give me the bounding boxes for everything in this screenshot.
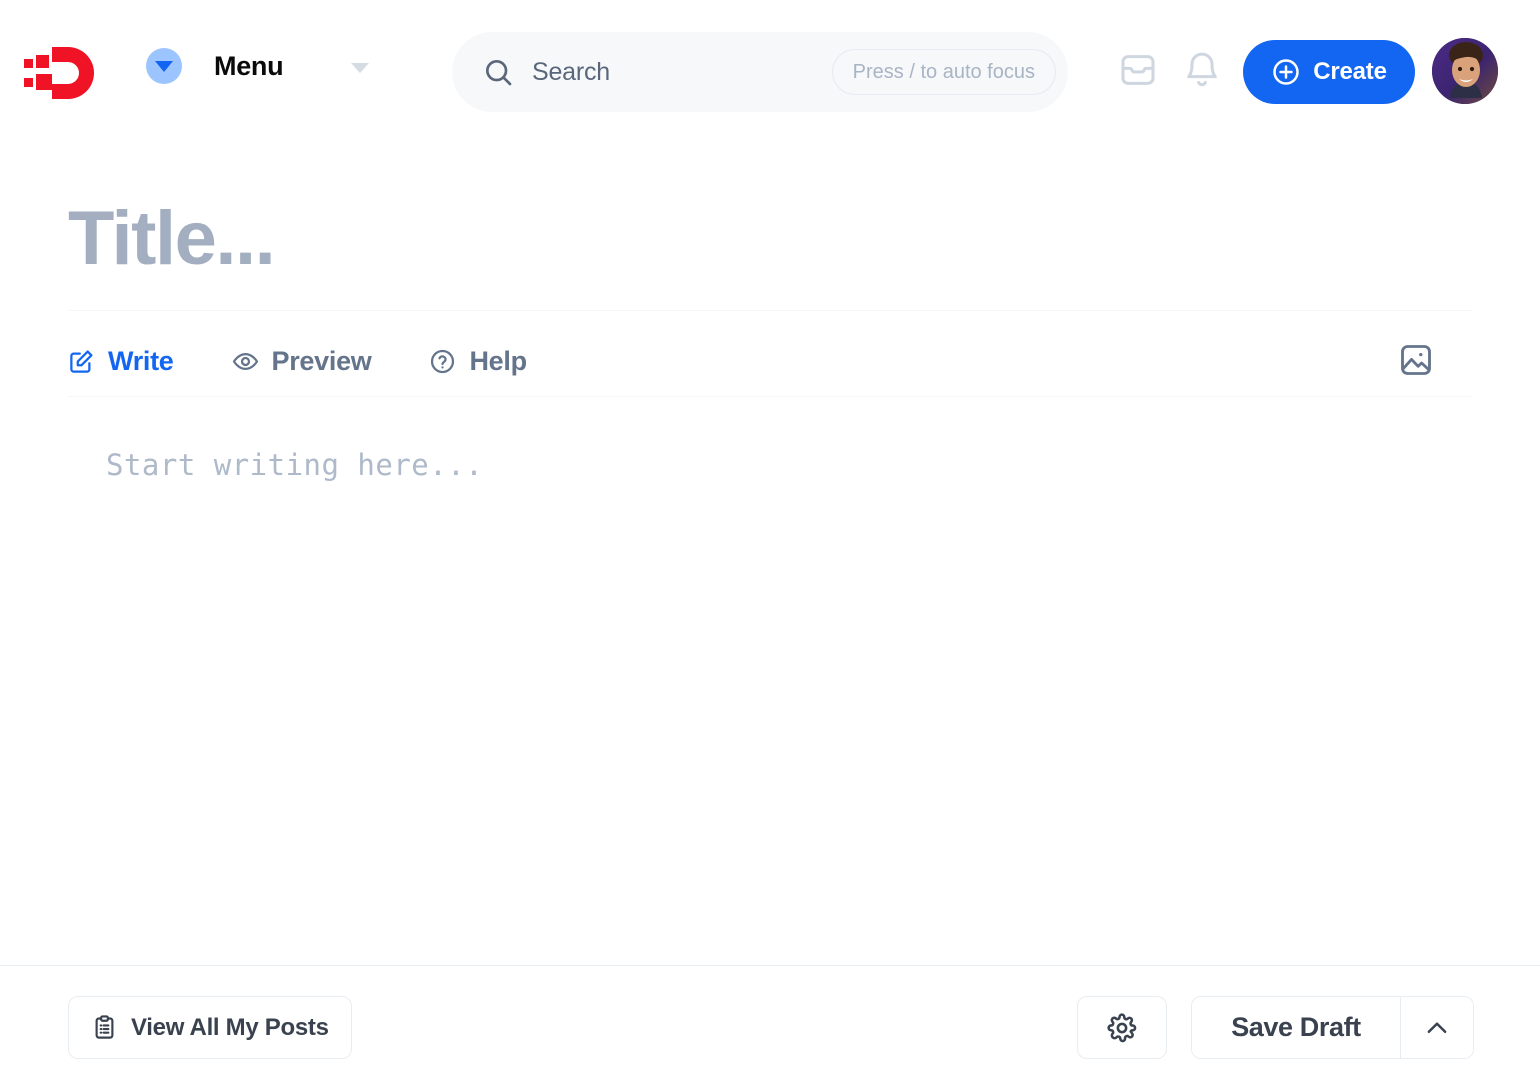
dev-to-logo-glyph	[24, 47, 94, 99]
editor-tab-bar: Write Preview Help	[68, 326, 1472, 396]
save-options-button[interactable]	[1401, 997, 1473, 1058]
tabs-divider	[68, 396, 1472, 397]
post-body-placeholder: Start writing here...	[106, 448, 484, 482]
tab-write-label: Write	[108, 345, 174, 376]
tab-write[interactable]: Write	[68, 346, 174, 377]
tab-help-label: Help	[469, 345, 527, 376]
menu-dropdown[interactable]: Menu	[146, 48, 370, 84]
top-navigation-bar: Menu Search Press / to auto focus Create	[0, 0, 1540, 145]
post-title-input[interactable]: Title...	[68, 178, 1472, 298]
user-avatar[interactable]	[1432, 38, 1498, 104]
dev-to-logo-icon[interactable]	[22, 40, 100, 106]
avatar-image	[1432, 38, 1498, 104]
bell-icon[interactable]	[1180, 48, 1224, 92]
tab-preview-label: Preview	[271, 345, 372, 376]
search-icon	[482, 56, 514, 88]
search-focus-hint: Press / to auto focus	[831, 49, 1056, 95]
pencil-square-icon	[68, 348, 95, 375]
save-draft-split-button: Save Draft	[1191, 996, 1474, 1059]
post-title-placeholder: Title...	[68, 195, 276, 281]
search-bar[interactable]: Search Press / to auto focus	[452, 32, 1068, 112]
create-button[interactable]: Create	[1243, 40, 1415, 104]
tab-help[interactable]: Help	[429, 345, 527, 377]
tab-preview[interactable]: Preview	[232, 346, 372, 377]
image-icon[interactable]	[1394, 338, 1438, 382]
question-circle-icon	[429, 348, 456, 375]
gear-icon	[1106, 1012, 1138, 1044]
search-input[interactable]: Search	[532, 58, 610, 87]
view-all-my-posts-button[interactable]: View All My Posts	[68, 996, 352, 1059]
menu-label: Menu	[214, 50, 284, 81]
plus-circle-icon	[1271, 57, 1301, 87]
title-divider	[68, 310, 1472, 311]
save-draft-button[interactable]: Save Draft	[1192, 997, 1401, 1058]
chevron-up-icon	[1422, 1013, 1452, 1043]
editor-action-bar: View All My Posts Save Draft	[0, 966, 1540, 1090]
inbox-icon[interactable]	[1116, 48, 1160, 92]
chevron-down-icon[interactable]	[351, 63, 370, 73]
caret-down-filled-icon[interactable]	[146, 48, 182, 84]
settings-button[interactable]	[1077, 996, 1167, 1059]
view-all-my-posts-label: View All My Posts	[131, 1013, 329, 1041]
post-body-textarea[interactable]: Start writing here...	[68, 420, 1472, 940]
eye-icon	[232, 348, 259, 375]
app-root: Menu Search Press / to auto focus Create…	[0, 0, 1540, 1090]
save-draft-label: Save Draft	[1231, 1012, 1361, 1042]
clipboard-list-icon	[91, 1014, 118, 1041]
create-button-label: Create	[1313, 58, 1387, 85]
